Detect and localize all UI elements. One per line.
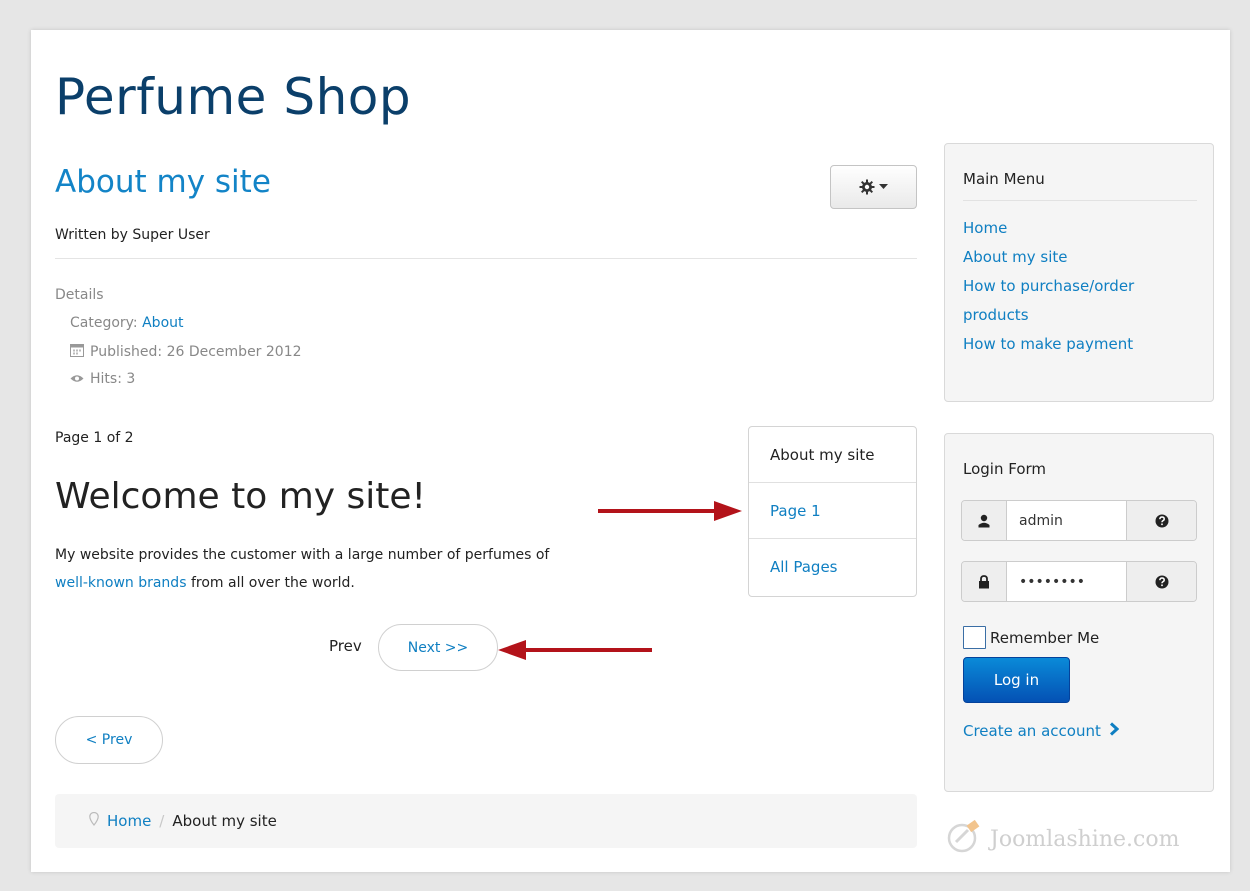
main-menu-list: Home About my site How to purchase/order… [963,214,1203,359]
page-prev-label: Prev [329,637,362,655]
login-module: Login Form admin •••••••• Remember Me Lo… [944,433,1214,792]
page-count: Page 1 of 2 [55,430,134,446]
help-icon[interactable] [1126,501,1196,540]
article-tools-button[interactable] [830,165,917,209]
details-label: Details [55,287,104,303]
main-menu-title: Main Menu [963,170,1045,188]
watermark-logo-icon [946,818,986,860]
category-label: Category: [70,315,138,331]
next-page-button[interactable]: Next >> [378,624,498,671]
user-icon [962,501,1007,540]
lock-icon [962,562,1007,601]
remember-me-checkbox[interactable] [963,626,986,649]
create-account-link[interactable]: Create an account [963,722,1120,740]
gear-icon [859,179,875,195]
hits-row: Hits: 3 [70,371,135,387]
password-group [961,561,1197,602]
toc-item-page-1[interactable]: Page 1 [749,483,916,539]
main-menu-module: Main Menu Home About my site How to purc… [944,143,1214,402]
site-title[interactable]: Perfume Shop [55,68,411,126]
watermark: Joomlashine.com [946,818,1179,860]
toc-item-all-pages[interactable]: All Pages [749,539,916,595]
remember-me-label: Remember Me [990,628,1100,647]
location-pin-icon [89,811,99,830]
eye-icon [70,371,84,387]
annotation-arrow-next [496,636,656,664]
category-row: Category: About [70,315,184,331]
category-link[interactable]: About [142,315,183,331]
prev-article-button[interactable]: < Prev [55,716,163,764]
username-input[interactable] [1007,501,1126,540]
breadcrumb-home[interactable]: Home [107,812,151,830]
article-body: My website provides the customer with a … [55,541,735,597]
chevron-right-icon [1109,722,1120,740]
menu-item-home[interactable]: Home [963,219,1007,237]
published-date: Published: 26 December 2012 [90,344,302,360]
login-form-title: Login Form [963,460,1047,478]
article-index-nav: About my site Page 1 All Pages [748,426,917,597]
body-text-end: from all over the world. [190,575,355,591]
menu-item-about[interactable]: About my site [963,248,1067,266]
article-heading: Welcome to my site! [55,476,426,517]
body-text-start: My website provides the customer with a … [55,547,550,563]
toc-item-about[interactable]: About my site [749,427,916,483]
brands-link[interactable]: well-known brands [55,575,187,591]
divider [55,258,917,259]
breadcrumb-separator: / [159,812,165,830]
help-icon[interactable] [1126,562,1196,601]
menu-item: About my site [963,243,1203,272]
annotation-arrow-toc [596,497,744,525]
login-button[interactable]: Log in [963,657,1070,703]
breadcrumb-current: About my site [172,812,277,830]
create-account-label: Create an account [963,722,1101,740]
username-group [961,500,1197,541]
caret-down-icon [879,184,888,190]
remember-me-row: Remember Me [963,626,1099,649]
article-byline: Written by Super User [55,227,210,243]
article-title: About my site [55,164,271,200]
menu-item: How to make payment [963,330,1203,359]
calendar-icon [70,343,84,361]
breadcrumb: Home / About my site [55,794,917,848]
watermark-text: Joomlashine.com [990,826,1180,852]
menu-item-purchase[interactable]: How to purchase/order products [963,277,1134,324]
menu-item: Home [963,214,1203,243]
menu-item: How to purchase/order products [963,272,1203,330]
hits-count: Hits: 3 [90,371,136,387]
password-input[interactable] [1007,562,1126,601]
published-row: Published: 26 December 2012 [70,343,302,361]
menu-item-payment[interactable]: How to make payment [963,335,1133,353]
module-divider [963,200,1197,201]
